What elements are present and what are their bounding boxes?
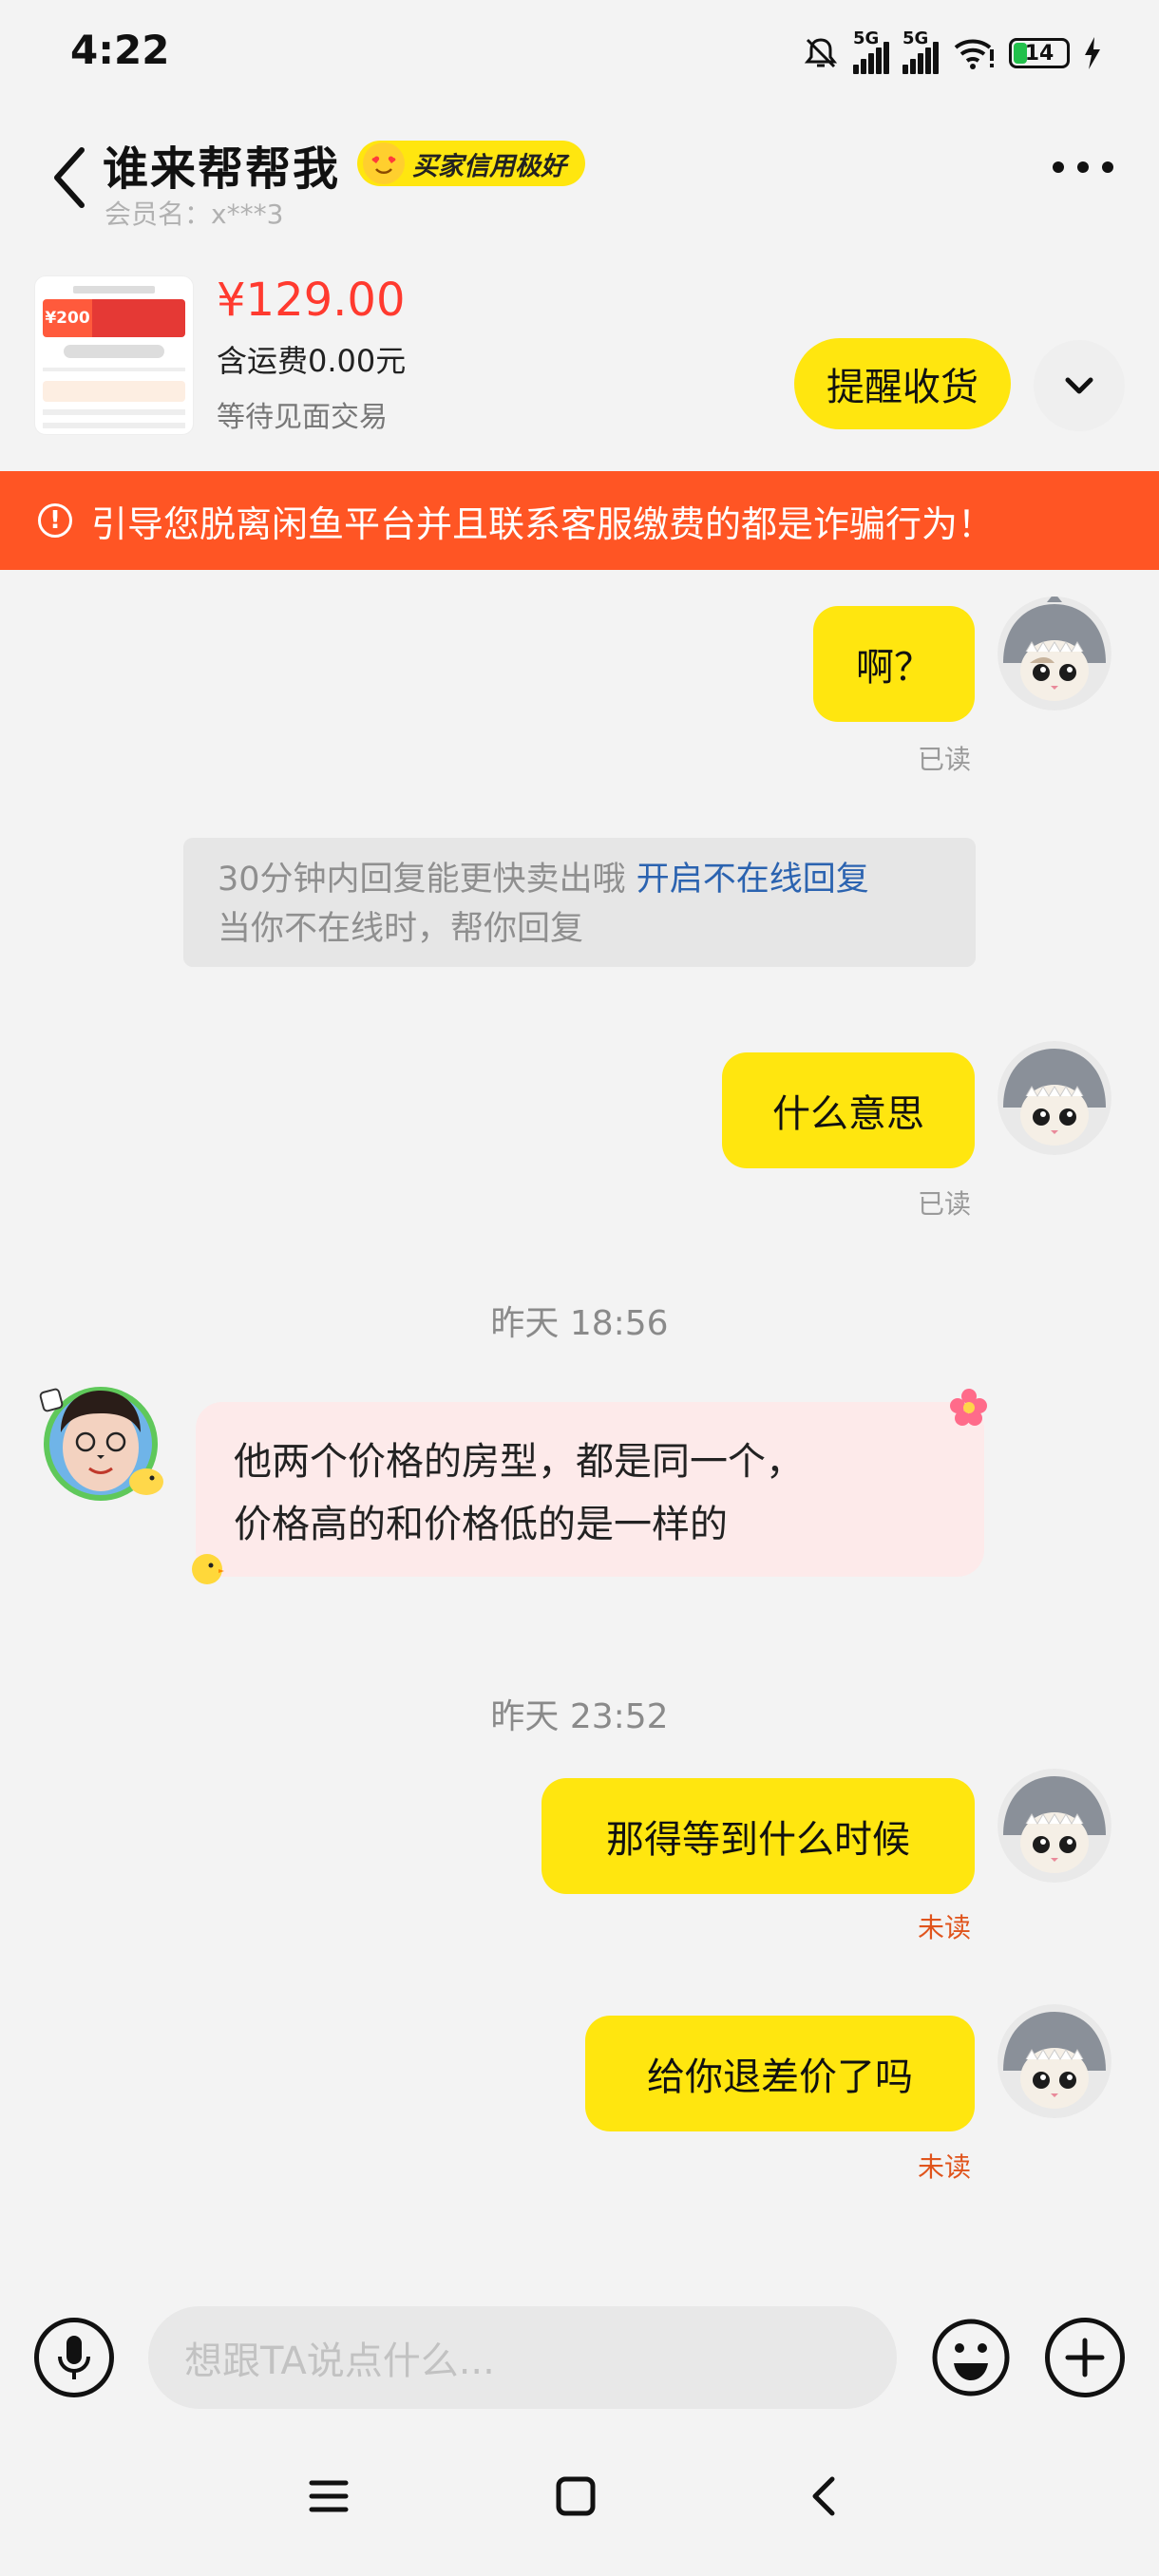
member-name: 会员名：x***3 — [104, 199, 284, 230]
incoming-line-1: 他两个价格的房型，都是同一个， — [234, 1440, 804, 1484]
product-thumbnail[interactable]: ¥200 — [34, 275, 194, 435]
signal-5g-icon-2: 5G — [902, 28, 939, 74]
system-hint-line2: 当你不在线时，帮你回复 — [218, 910, 584, 948]
mute-bell-icon — [804, 38, 838, 68]
time-divider: 昨天 18:56 — [490, 1304, 669, 1343]
thumb-price: ¥200 — [43, 299, 92, 337]
menu-nav-icon[interactable] — [308, 2475, 350, 2517]
fraud-warning-banner: ! 引导您脱离闲鱼平台并且联系客服缴费的都是诈骗行为！ — [0, 471, 1159, 570]
incoming-line-2: 价格高的和价格低的是一样的 — [234, 1503, 728, 1546]
unread-receipt: 未读 — [918, 1912, 972, 1943]
credit-badge-label: 买家信用极好 — [412, 151, 566, 181]
remind-receipt-button[interactable]: 提醒收货 — [794, 338, 1011, 429]
microphone-icon — [58, 2336, 90, 2379]
charging-icon — [1085, 37, 1100, 69]
product-shipping: 含运费0.00元 — [217, 343, 407, 379]
warning-text: 引导您脱离闲鱼平台并且联系客服缴费的都是诈骗行为！ — [91, 502, 995, 545]
flower-sticker-icon — [950, 1389, 987, 1426]
time-divider: 昨天 23:52 — [490, 1697, 669, 1736]
status-icons: 5G 5G 14 — [802, 27, 1102, 80]
my-avatar[interactable] — [998, 1041, 1112, 1155]
heart-eyes-emoji-icon — [363, 142, 405, 184]
message-bubble-outgoing[interactable]: 什么意思 — [722, 1052, 975, 1168]
status-time: 4:22 — [70, 27, 170, 73]
message-input-placeholder: 想跟TA说点什么... — [184, 2339, 495, 2383]
chick-sticker-icon — [192, 1554, 224, 1584]
voice-button[interactable] — [34, 2318, 114, 2397]
message-bubble-outgoing[interactable]: 给你退差价了吗 — [585, 2016, 975, 2131]
battery-icon: 14 — [1009, 38, 1070, 68]
my-avatar[interactable] — [998, 597, 1112, 710]
more-icon[interactable] — [1053, 161, 1113, 173]
product-price: ¥129.00 — [217, 274, 406, 327]
read-receipt: 已读 — [918, 744, 972, 775]
credit-badge: 买家信用极好 — [357, 141, 585, 186]
message-bubble-outgoing[interactable]: 那得等到什么时候 — [542, 1778, 975, 1894]
add-attachment-button[interactable] — [1045, 2318, 1125, 2397]
chat-title: 谁来帮帮我 — [103, 142, 341, 196]
unread-receipt: 未读 — [918, 2151, 972, 2183]
message-bubble-incoming[interactable]: 他两个价格的房型，都是同一个， 价格高的和价格低的是一样的 — [196, 1402, 984, 1577]
trade-status: 等待见面交易 — [217, 401, 388, 434]
back-nav-icon[interactable] — [804, 2475, 846, 2517]
expand-button[interactable] — [1034, 340, 1125, 431]
contact-avatar[interactable] — [34, 1375, 177, 1518]
message-input[interactable]: 想跟TA说点什么... — [148, 2306, 897, 2409]
system-hint: 30分钟内回复能更快卖出哦 开启不在线回复 当你不在线时，帮你回复 — [183, 838, 976, 967]
wifi-icon — [954, 39, 994, 69]
my-avatar[interactable] — [998, 1769, 1112, 1883]
signal-5g-icon-1: 5G — [853, 28, 889, 74]
home-nav-icon[interactable] — [555, 2475, 597, 2517]
plus-icon — [1065, 2338, 1105, 2377]
back-icon[interactable] — [48, 142, 89, 213]
enable-auto-reply-link[interactable]: 开启不在线回复 — [636, 861, 869, 899]
emoji-icon[interactable] — [931, 2318, 1011, 2397]
message-bubble-outgoing[interactable]: 啊？ — [813, 606, 975, 722]
read-receipt: 已读 — [918, 1188, 972, 1220]
my-avatar[interactable] — [998, 2004, 1112, 2118]
system-hint-text: 30分钟内回复能更快卖出哦 — [218, 861, 626, 899]
chevron-down-icon — [1065, 377, 1093, 394]
alert-icon: ! — [38, 503, 72, 538]
